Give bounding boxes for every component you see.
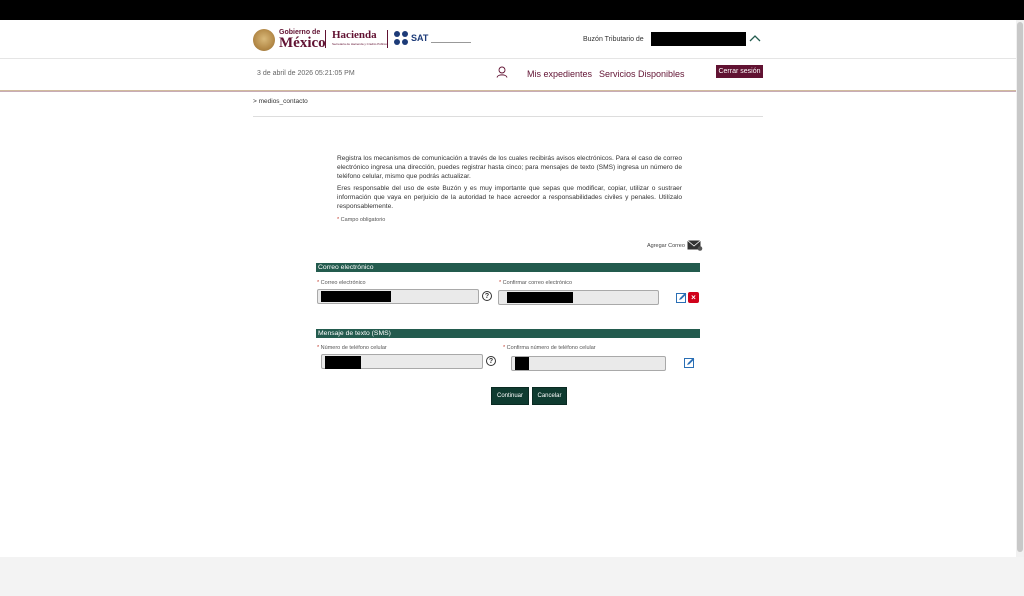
phone-label: * Número de teléfono celular bbox=[317, 345, 387, 351]
confirm-phone-field[interactable] bbox=[511, 356, 666, 371]
email-field[interactable] bbox=[317, 289, 479, 304]
edit-email-icon[interactable] bbox=[676, 292, 687, 303]
header-divider bbox=[0, 58, 1016, 59]
delete-email-icon[interactable]: × bbox=[688, 292, 699, 303]
intro-paragraph-2: Eres responsable del uso de este Buzón y… bbox=[337, 185, 682, 210]
breadcrumb[interactable]: > medios_contacto bbox=[253, 98, 308, 105]
hacienda-title: Hacienda bbox=[332, 29, 377, 41]
sat-logo[interactable]: SAT bbox=[394, 31, 472, 45]
buzon-label: Buzón Tributario de bbox=[583, 36, 644, 43]
required-star: * bbox=[337, 217, 340, 223]
email-label: * Correo electrónico bbox=[317, 280, 366, 286]
page-background bbox=[0, 20, 1016, 557]
required-field-note: * Campo obligatorio bbox=[337, 217, 385, 223]
cancel-button[interactable]: Cancelar bbox=[532, 387, 567, 405]
redacted-confirm-email bbox=[507, 292, 573, 303]
phone-field[interactable] bbox=[321, 354, 483, 369]
user-icon[interactable] bbox=[496, 66, 508, 78]
sat-text: SAT bbox=[411, 33, 429, 43]
logo-divider bbox=[387, 30, 388, 48]
sat-tagline bbox=[431, 41, 472, 43]
browser-top-bar bbox=[0, 0, 1024, 20]
gobierno-mexico-logo[interactable]: Gobierno de México bbox=[253, 28, 326, 52]
email-section-header: Correo electrónico bbox=[316, 263, 700, 272]
confirm-phone-label: * Confirma número de teléfono celular bbox=[503, 345, 596, 351]
envelope-plus-icon bbox=[687, 240, 703, 251]
add-email-button[interactable]: Agregar Correo bbox=[647, 240, 703, 251]
continue-button[interactable]: Continuar bbox=[491, 387, 529, 405]
redacted-user-name bbox=[651, 32, 746, 46]
sms-section-header: Mensaje de texto (SMS) bbox=[316, 329, 700, 338]
logout-button[interactable]: Cerrar sesión bbox=[716, 65, 763, 78]
sat-dots-icon bbox=[394, 31, 408, 45]
chevron-up-icon[interactable] bbox=[749, 33, 761, 43]
hacienda-subtitle: Secretaría de Hacienda y Crédito Público bbox=[332, 42, 388, 46]
add-email-label: Agregar Correo bbox=[647, 242, 685, 249]
hacienda-logo[interactable]: Hacienda Secretaría de Hacienda y Crédit… bbox=[332, 30, 387, 46]
nav-servicios-disponibles[interactable]: Servicios Disponibles bbox=[599, 69, 685, 79]
confirm-email-field[interactable] bbox=[498, 290, 659, 305]
required-note-text: Campo obligatorio bbox=[340, 217, 386, 223]
intro-paragraph-1: Registra los mecanismos de comunicación … bbox=[337, 155, 682, 180]
redacted-email bbox=[321, 291, 391, 302]
session-datetime: 3 de abril de 2026 05:21:05 PM bbox=[257, 70, 355, 77]
confirm-email-label: * Confirmar correo electrónico bbox=[499, 280, 573, 286]
phone-help-icon[interactable]: ? bbox=[486, 356, 496, 366]
scrollbar-thumb[interactable] bbox=[1017, 22, 1023, 552]
page-footer-area bbox=[0, 557, 1024, 596]
email-help-icon[interactable]: ? bbox=[482, 291, 492, 301]
logo-divider bbox=[325, 30, 326, 48]
edit-phone-icon[interactable] bbox=[684, 357, 695, 368]
escudo-icon bbox=[253, 29, 275, 51]
redacted-phone bbox=[325, 356, 361, 369]
gob-big-text: México bbox=[279, 35, 326, 51]
breadcrumb-divider bbox=[253, 116, 763, 117]
nav-mis-expedientes[interactable]: Mis expedientes bbox=[527, 69, 592, 79]
nav-divider-accent bbox=[0, 91, 1016, 92]
redacted-confirm-phone bbox=[515, 357, 529, 370]
